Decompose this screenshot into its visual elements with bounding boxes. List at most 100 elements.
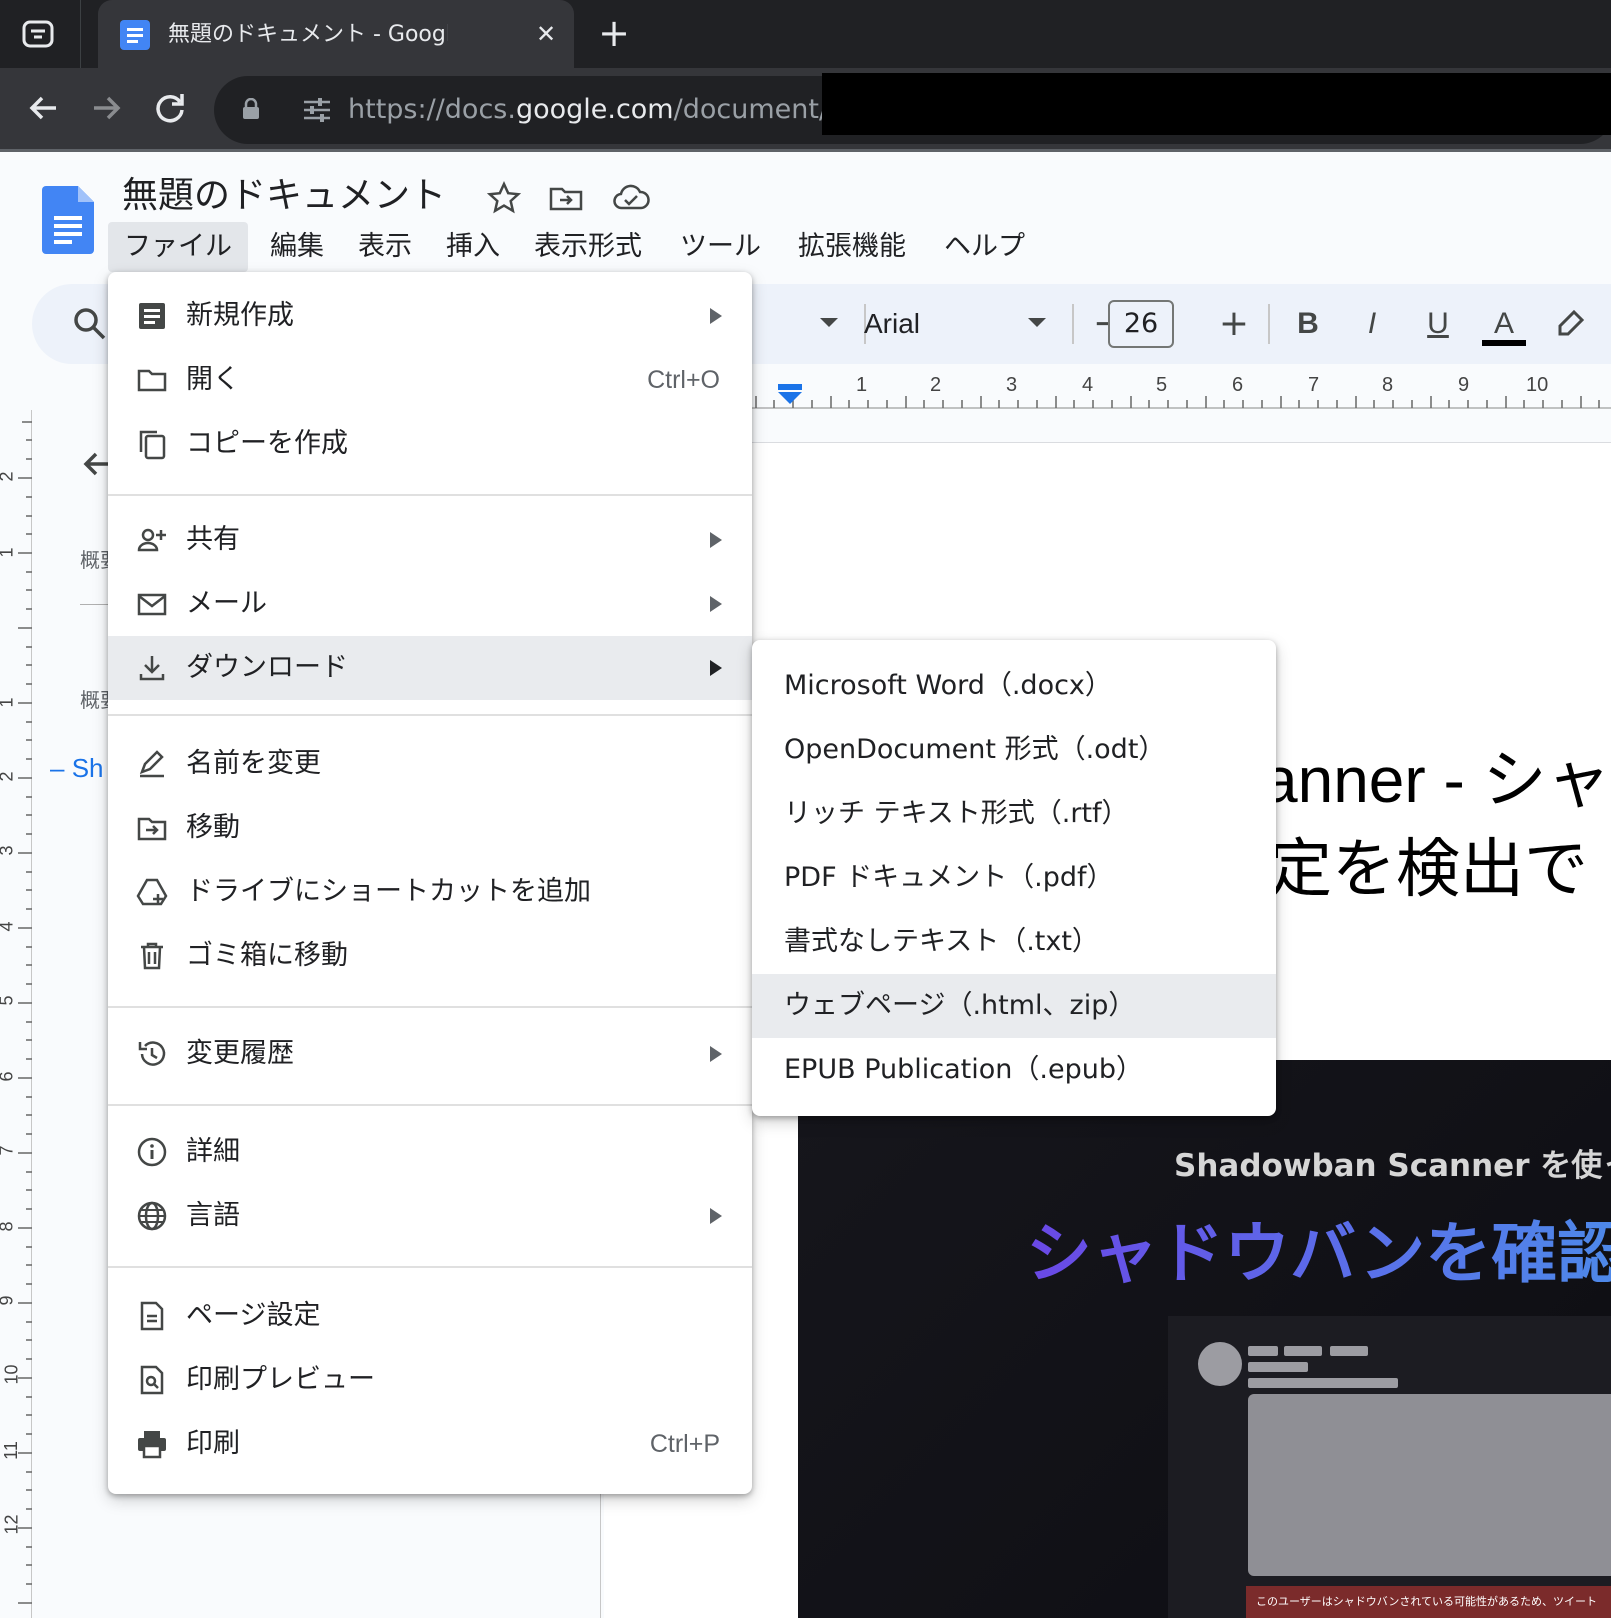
placeholder-bar	[1330, 1346, 1368, 1356]
menu-item-language[interactable]: 言語	[108, 1184, 752, 1248]
download-option-pdf[interactable]: PDF ドキュメント（.pdf）	[752, 846, 1276, 910]
menu-item-copy[interactable]: コピーを作成	[108, 412, 752, 476]
person-add-icon	[136, 524, 168, 556]
submenu-arrow-icon	[710, 1208, 722, 1224]
menu-item-page-setup[interactable]: ページ設定	[108, 1284, 752, 1348]
shortcut-text: Ctrl+P	[649, 1430, 720, 1458]
download-option-label: 書式なしテキスト（.txt）	[784, 926, 1099, 957]
increase-font-size-button[interactable]: +	[1214, 302, 1254, 346]
menu-item-version-history[interactable]: 変更履歴	[108, 1022, 752, 1086]
banner-headline: シャドウバンを確認し	[1026, 1200, 1611, 1296]
menu-file[interactable]: ファイル	[108, 222, 248, 272]
menu-item-label: メール	[186, 588, 267, 619]
menu-separator	[108, 494, 752, 496]
document-heading-line-2[interactable]: 定を検出で	[1268, 830, 1588, 910]
menu-separator	[108, 1266, 752, 1268]
document-heading-line-1[interactable]: anner - シャ	[1262, 740, 1611, 820]
ruler-number: 7	[0, 1145, 18, 1155]
download-option-epub[interactable]: EPUB Publication（.epub）	[752, 1038, 1276, 1102]
menu-item-rename[interactable]: 名前を変更	[108, 732, 752, 796]
tab-search-icon[interactable]	[16, 14, 60, 54]
menu-item-share[interactable]: 共有	[108, 508, 752, 572]
docs-logo-icon[interactable]	[42, 186, 94, 254]
embedded-banner-image[interactable]: Shadowban Scanner を使って シャドウバンを確認し このユーザー…	[798, 1060, 1611, 1618]
url-text[interactable]: https://docs.google.com/document/d/	[348, 92, 854, 128]
move-folder-icon	[136, 812, 168, 844]
italic-button[interactable]: I	[1350, 302, 1394, 346]
menu-item-new[interactable]: 新規作成	[108, 284, 752, 348]
ruler-number: 5	[0, 995, 18, 1005]
download-option-txt[interactable]: 書式なしテキスト（.txt）	[752, 910, 1276, 974]
highlight-pen-icon[interactable]	[1548, 302, 1592, 346]
site-settings-icon[interactable]	[302, 96, 332, 124]
ruler-number: 4	[1082, 374, 1094, 396]
menu-item-print-preview[interactable]: 印刷プレビュー	[108, 1348, 752, 1412]
menu-item-label: ページ設定	[186, 1300, 321, 1331]
ruler-number: 9	[1458, 374, 1470, 396]
back-button[interactable]	[22, 86, 66, 130]
vertical-ruler[interactable]: 2 1 1 2 3 4 5 6 7 8 9 10 11 12	[0, 410, 32, 1618]
menu-format[interactable]: 表示形式	[518, 222, 658, 272]
menu-help[interactable]: ヘルプ	[928, 222, 1041, 272]
document-title[interactable]: 無題のドキュメント	[122, 172, 446, 220]
indent-marker-icon[interactable]	[778, 384, 802, 406]
active-tab[interactable]: 無題のドキュメント - Google ドキ ✕	[98, 0, 574, 68]
menu-item-move[interactable]: 移動	[108, 796, 752, 860]
menu-item-print[interactable]: 印刷 Ctrl+P	[108, 1412, 752, 1476]
ruler-number: 3	[1006, 374, 1018, 396]
bold-button[interactable]: B	[1286, 302, 1330, 346]
print-preview-icon	[136, 1364, 168, 1396]
print-icon	[136, 1428, 168, 1460]
font-size-input[interactable]: 26	[1108, 300, 1174, 348]
page-setup-icon	[136, 1300, 168, 1332]
menu-extensions[interactable]: 拡張機能	[782, 222, 922, 272]
menu-item-download[interactable]: ダウンロード	[108, 636, 752, 700]
avatar	[1198, 1342, 1242, 1386]
download-option-html[interactable]: ウェブページ（.html、zip）	[752, 974, 1276, 1038]
download-option-docx[interactable]: Microsoft Word（.docx）	[752, 654, 1276, 718]
ruler-number: 12	[1, 1514, 22, 1535]
menu-item-email[interactable]: メール	[108, 572, 752, 636]
search-menus-icon[interactable]	[70, 304, 110, 344]
lock-icon[interactable]	[242, 97, 260, 120]
ruler-number: 10	[1, 1364, 22, 1385]
styles-dropdown-icon[interactable]	[820, 318, 838, 327]
download-option-label: リッチ テキスト形式（.rtf）	[784, 798, 1129, 829]
new-tab-button[interactable]: +	[592, 12, 636, 56]
download-option-odt[interactable]: OpenDocument 形式（.odt）	[752, 718, 1276, 782]
menu-item-trash[interactable]: ゴミ箱に移動	[108, 924, 752, 988]
shortcut-text: Ctrl+O	[647, 366, 720, 394]
horizontal-ruler[interactable]: 1 2 3 4 5 6 7 8 9 10	[744, 374, 1611, 410]
menu-view[interactable]: 表示	[342, 222, 428, 272]
menu-tools[interactable]: ツール	[664, 222, 777, 272]
star-icon[interactable]	[486, 180, 522, 216]
forward-button[interactable]	[84, 86, 128, 130]
copy-icon	[136, 428, 168, 460]
underline-button[interactable]: U	[1416, 302, 1460, 346]
menu-edit[interactable]: 編集	[254, 222, 340, 272]
font-family-select[interactable]: Arial	[864, 304, 920, 344]
menu-item-label: 変更履歴	[186, 1038, 294, 1069]
ruler-number: 4	[0, 921, 18, 931]
ruler-number: 1	[0, 697, 18, 707]
download-option-rtf[interactable]: リッチ テキスト形式（.rtf）	[752, 782, 1276, 846]
menu-item-details[interactable]: 詳細	[108, 1120, 752, 1184]
ruler-number: 6	[0, 1071, 18, 1081]
menu-insert[interactable]: 挿入	[430, 222, 516, 272]
move-folder-icon[interactable]	[548, 180, 584, 216]
browser-tab-bar: 無題のドキュメント - Google ドキ ✕ +	[0, 0, 1611, 68]
tab-close-icon[interactable]: ✕	[532, 20, 560, 48]
menu-item-label: 移動	[186, 812, 240, 843]
menu-item-label: 印刷	[186, 1428, 240, 1459]
docs-favicon-icon	[120, 20, 150, 50]
menu-item-add-shortcut[interactable]: ドライブにショートカットを追加	[108, 860, 752, 924]
menu-item-label: 名前を変更	[186, 748, 321, 779]
reload-button[interactable]	[148, 86, 192, 130]
font-dropdown-icon[interactable]	[1028, 318, 1046, 327]
cloud-saved-icon[interactable]	[612, 180, 650, 216]
outline-heading-link[interactable]: – Sh	[50, 752, 104, 784]
ruler-number: 1	[0, 547, 18, 557]
menu-item-open[interactable]: 開く Ctrl+O	[108, 348, 752, 412]
menu-item-label: コピーを作成	[186, 428, 348, 459]
download-option-label: EPUB Publication（.epub）	[784, 1054, 1143, 1085]
